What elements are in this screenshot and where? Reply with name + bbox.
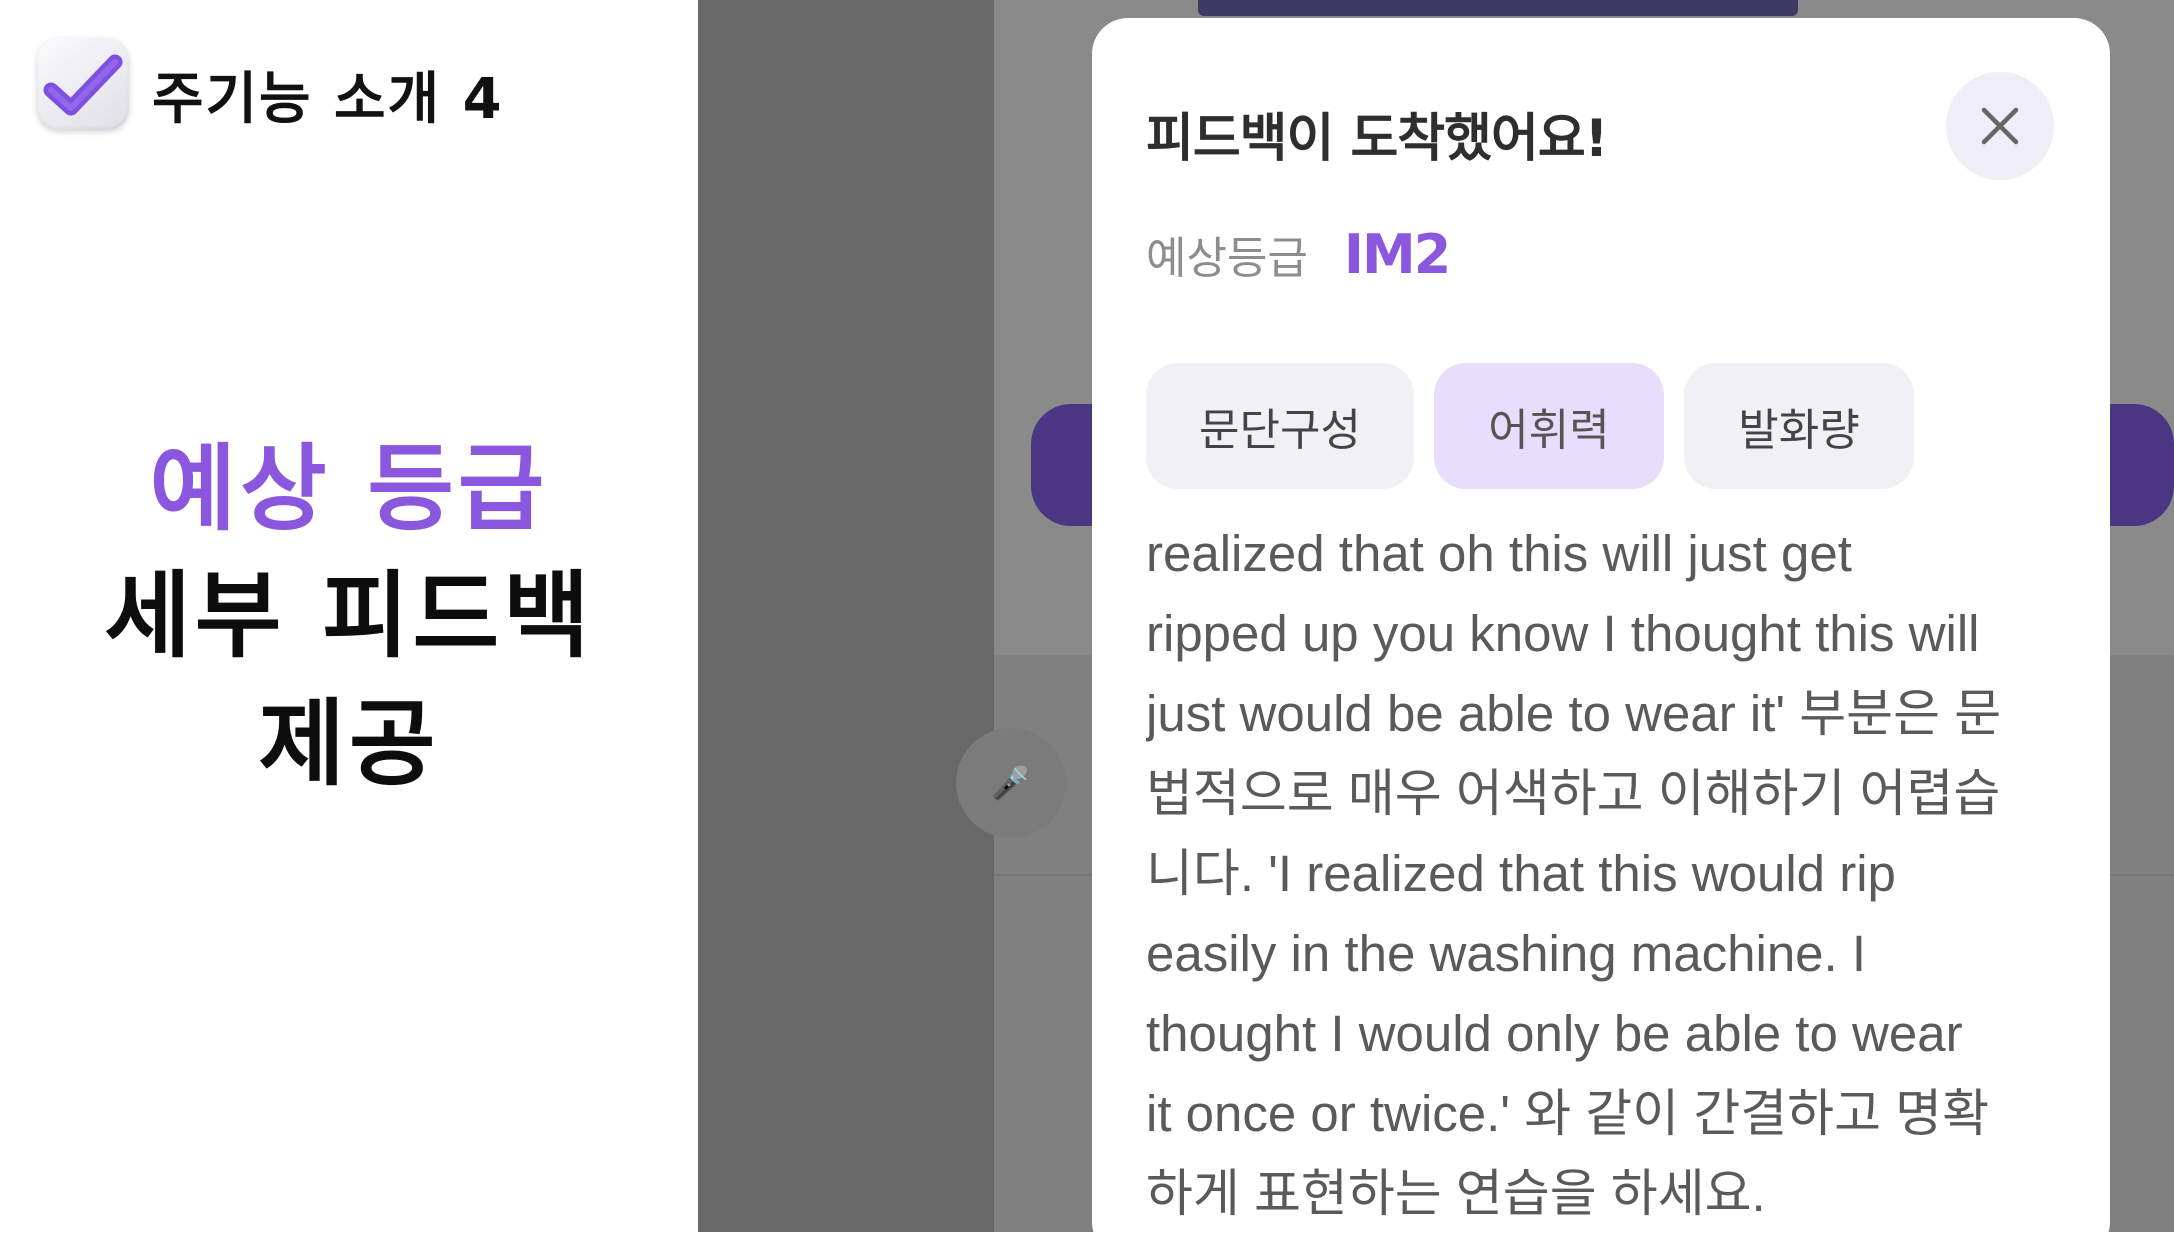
tab-paragraph-structure[interactable]: 문단구성: [1146, 363, 1414, 489]
checkbox-check-icon: [37, 38, 129, 130]
expected-grade-row: 예상등급 IM2: [1146, 222, 1451, 294]
feedback-tabs: 문단구성 어휘력 발화량: [1146, 363, 1934, 489]
feedback-scroll-area[interactable]: realized that oh this will just get ripp…: [1146, 526, 2051, 1240]
tab-vocabulary[interactable]: 어휘력: [1434, 363, 1664, 489]
close-icon: [1981, 107, 2019, 145]
modal-title: 피드백이 도착했어요!: [1146, 109, 1608, 169]
backdrop-video-bar: [1198, 0, 1798, 16]
backdrop-button-right: [2108, 404, 2174, 526]
headline-detailed-feedback: 세부 피드백: [104, 562, 594, 671]
microphone-icon: 🎤: [956, 728, 1066, 838]
headline-expected-grade: 예상 등급: [149, 435, 549, 544]
promo-panel: 주기능 소개 4 예상 등급 세부 피드백 제공: [0, 0, 698, 1232]
feature-title: 주기능 소개 4: [152, 67, 504, 132]
headline-provided: 제공: [258, 690, 440, 799]
expected-grade-label: 예상등급: [1146, 233, 1308, 284]
close-button[interactable]: [1946, 72, 2054, 180]
feedback-modal: 피드백이 도착했어요! 예상등급 IM2 문단구성 어휘력 발화량 realiz…: [1092, 18, 2110, 1258]
expected-grade-value: IM2: [1343, 223, 1451, 286]
backdrop-left-strip: [698, 0, 994, 1232]
feedback-text: realized that oh this will just get ripp…: [1146, 526, 2002, 1222]
tab-speech-volume[interactable]: 발화량: [1684, 363, 1914, 489]
